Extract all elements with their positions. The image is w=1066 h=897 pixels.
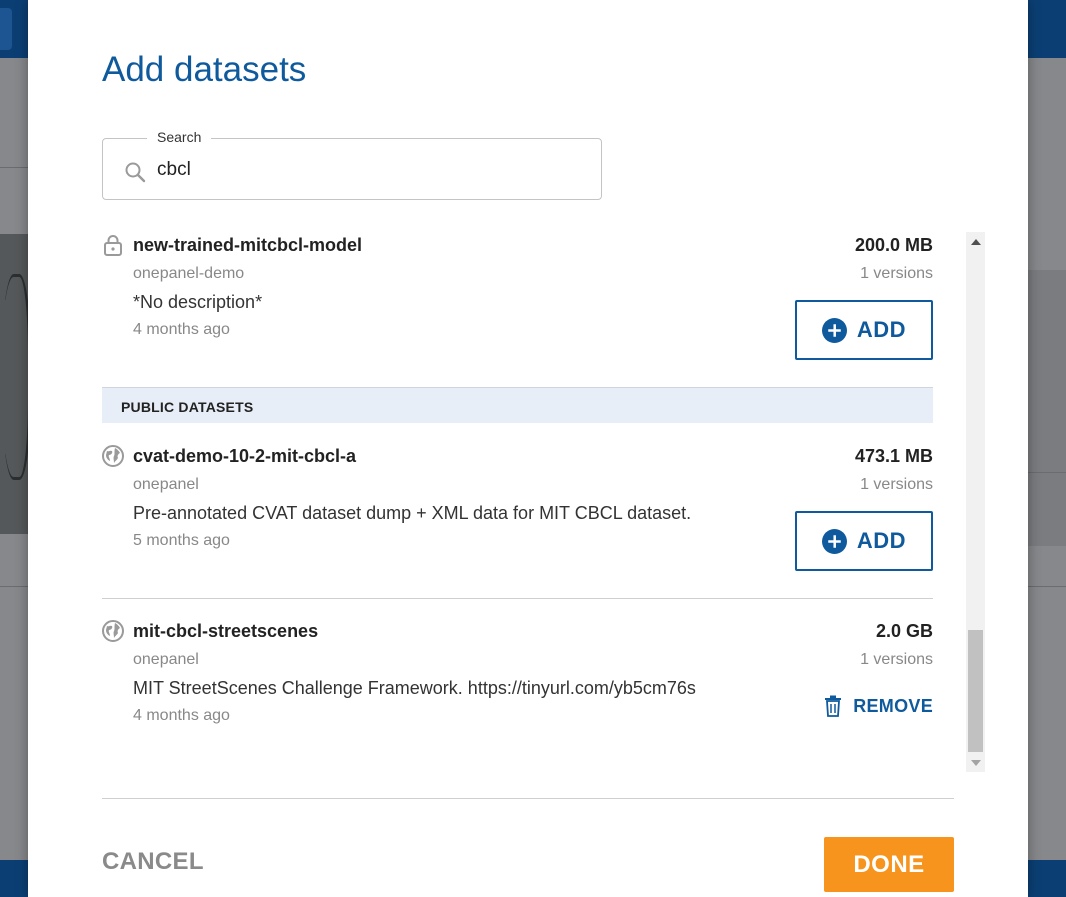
dataset-owner: onepanel: [133, 476, 199, 493]
done-button[interactable]: DONE: [824, 837, 954, 892]
scroll-down-arrow-icon[interactable]: [971, 760, 981, 766]
cancel-button[interactable]: CANCEL: [102, 848, 204, 876]
lock-icon: [104, 235, 122, 256]
dataset-name: mit-cbcl-streetscenes: [133, 621, 319, 641]
list-item: cvat-demo-10-2-mit-cbcl-a onepanel Pre-a…: [102, 443, 933, 583]
add-button[interactable]: ADD: [795, 300, 933, 360]
remove-button[interactable]: REMOVE: [823, 692, 933, 720]
background-image: [0, 234, 31, 534]
dataset-time: 4 months ago: [133, 707, 230, 724]
add-label: ADD: [856, 528, 907, 553]
dataset-size: 473.1 MB: [854, 446, 933, 466]
dataset-owner: onepanel-demo: [133, 265, 245, 282]
dataset-list: new-trained-mitcbcl-model onepanel-demo …: [102, 232, 986, 772]
dataset-time: 4 months ago: [133, 321, 230, 338]
search-label: Search: [147, 129, 212, 145]
globe-icon: [102, 620, 124, 642]
background-divider: [1028, 472, 1066, 473]
search-input[interactable]: [155, 155, 559, 185]
footer-divider: [102, 798, 954, 799]
dataset-time: 5 months ago: [133, 532, 230, 549]
dataset-versions: 1 versions: [860, 476, 933, 493]
add-button[interactable]: ADD: [795, 511, 933, 571]
dataset-size: 2.0 GB: [875, 621, 933, 641]
background-divider: [1028, 586, 1066, 587]
background-button: [0, 8, 12, 50]
dataset-versions: 1 versions: [860, 651, 933, 668]
scroll-thumb[interactable]: [968, 630, 983, 752]
dataset-description: Pre-annotated CVAT dataset dump + XML da…: [133, 503, 692, 523]
background-divider: [0, 167, 30, 168]
dataset-description: MIT StreetScenes Challenge Framework. ht…: [133, 678, 696, 698]
dataset-owner: onepanel: [133, 651, 199, 668]
add-datasets-dialog: Add datasets Search new-trained-mitcbcl-…: [28, 0, 1028, 897]
add-label: ADD: [856, 317, 907, 342]
list-item: new-trained-mitcbcl-model onepanel-demo …: [102, 232, 933, 372]
section-label: PUBLIC DATASETS: [121, 399, 254, 415]
dataset-description: *No description*: [133, 292, 263, 312]
dataset-name: cvat-demo-10-2-mit-cbcl-a: [133, 446, 357, 466]
public-datasets-header: PUBLIC DATASETS: [102, 387, 933, 423]
dataset-versions: 1 versions: [860, 265, 933, 282]
trash-icon: [825, 695, 842, 717]
list-scrollbar[interactable]: [966, 232, 985, 772]
item-divider: [102, 598, 933, 599]
background-right-block: [1028, 270, 1066, 546]
done-label: DONE: [853, 850, 925, 878]
dialog-title: Add datasets: [102, 50, 307, 89]
plus-circle-icon: [821, 317, 847, 343]
dataset-size: 200.0 MB: [854, 235, 933, 255]
globe-icon: [102, 445, 124, 467]
remove-label: REMOVE: [853, 695, 933, 716]
dataset-name: new-trained-mitcbcl-model: [133, 235, 363, 255]
list-item: mit-cbcl-streetscenes onepanel MIT Stree…: [102, 618, 933, 738]
scroll-up-arrow-icon[interactable]: [971, 239, 981, 245]
background-divider: [0, 586, 30, 587]
search-field[interactable]: Search: [102, 129, 602, 200]
search-icon: [125, 162, 146, 183]
plus-circle-icon: [821, 528, 847, 554]
